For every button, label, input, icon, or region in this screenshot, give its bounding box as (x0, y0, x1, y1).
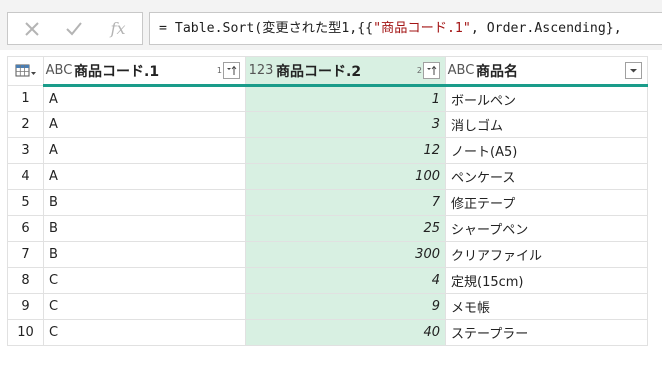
cell-product-code-2[interactable]: 1 (245, 85, 446, 112)
dropdown-icon[interactable] (625, 62, 642, 79)
sort-index: 1 (216, 66, 222, 75)
x-icon[interactable] (12, 13, 52, 44)
column-header-1[interactable]: ABC 商品コード.1 1 (43, 56, 246, 87)
row-number[interactable]: 4 (7, 163, 44, 190)
table-menu-button[interactable] (7, 56, 44, 86)
table-body: 1 A 1 ボールペン 2 A 3 消しゴム 3 A 12 ノート(A5) 4 A 100 ペンケース 5 B 7 修… (7, 85, 648, 346)
cell-product-code-2[interactable]: 25 (245, 215, 446, 242)
sort-index: 2 (416, 66, 422, 75)
row-number[interactable]: 1 (7, 85, 44, 112)
cell-product-name[interactable]: メモ帳 (445, 293, 648, 320)
cell-product-code-1[interactable]: B (43, 189, 246, 216)
row-number[interactable]: 5 (7, 189, 44, 216)
cell-product-code-2[interactable]: 100 (245, 163, 446, 190)
formula-prefix: = Table.Sort(変更された型1,{{ (159, 21, 374, 36)
cell-product-code-1[interactable]: C (43, 267, 246, 294)
cell-product-name[interactable]: ノート(A5) (445, 137, 648, 164)
fx-label: fx (110, 19, 126, 38)
formula-string: "商品コード.1" (373, 21, 471, 36)
cell-product-code-1[interactable]: A (43, 111, 246, 138)
cell-product-code-2[interactable]: 300 (245, 241, 446, 268)
cell-product-code-2[interactable]: 4 (245, 267, 446, 294)
cell-product-code-2[interactable]: 3 (245, 111, 446, 138)
row-number[interactable]: 10 (7, 319, 44, 346)
cell-product-name[interactable]: 修正テープ (445, 189, 648, 216)
cell-product-name[interactable]: 消しゴム (445, 111, 648, 138)
table-row[interactable]: 8 C 4 定規(15cm) (7, 267, 648, 294)
table-row[interactable]: 6 B 25 シャープペン (7, 215, 648, 242)
column-header-3[interactable]: ABC 商品名 (445, 56, 648, 87)
cell-product-name[interactable]: ステープラー (445, 319, 648, 346)
cell-product-code-2[interactable]: 7 (245, 189, 446, 216)
check-icon[interactable] (54, 13, 94, 44)
fx-icon[interactable]: fx (98, 13, 138, 44)
type-label: 123 (248, 63, 274, 78)
text-type-icon[interactable]: ABC (44, 63, 74, 78)
table-row[interactable]: 10 C 40 ステープラー (7, 319, 648, 346)
column-name: 商品コード.2 (276, 63, 362, 80)
cell-product-code-1[interactable]: A (43, 163, 246, 190)
sort-asc-icon[interactable] (223, 62, 240, 79)
table-row[interactable]: 2 A 3 消しゴム (7, 111, 648, 138)
row-number[interactable]: 7 (7, 241, 44, 268)
cell-product-code-1[interactable]: A (43, 137, 246, 164)
formula-bar: fx = Table.Sort(変更された型1,{{"商品コード.1", Ord… (0, 0, 662, 50)
text-type-icon[interactable]: ABC (446, 63, 476, 78)
column-header-2[interactable]: 123 商品コード.2 2 (245, 56, 446, 87)
sort-asc-icon[interactable] (423, 62, 440, 79)
formula-suffix: , Order.Ascending}, (470, 21, 622, 36)
table-row[interactable]: 5 B 7 修正テープ (7, 189, 648, 216)
table-row[interactable]: 3 A 12 ノート(A5) (7, 137, 648, 164)
cell-product-code-2[interactable]: 9 (245, 293, 446, 320)
formula-input[interactable]: = Table.Sort(変更された型1,{{"商品コード.1", Order.… (149, 12, 662, 45)
cell-product-name[interactable]: シャープペン (445, 215, 648, 242)
cell-product-code-2[interactable]: 40 (245, 319, 446, 346)
row-number[interactable]: 2 (7, 111, 44, 138)
table-icon[interactable] (8, 58, 43, 84)
header-row: ABC 商品コード.1 1 123 商品コード.2 2 ABC 商品名 (7, 56, 648, 87)
row-number[interactable]: 3 (7, 137, 44, 164)
table-row[interactable]: 1 A 1 ボールペン (7, 85, 648, 112)
data-grid: ABC 商品コード.1 1 123 商品コード.2 2 ABC 商品名 1 A … (7, 56, 648, 346)
table-row[interactable]: 9 C 9 メモ帳 (7, 293, 648, 320)
cell-product-name[interactable]: ボールペン (445, 85, 648, 112)
cell-product-code-1[interactable]: C (43, 293, 246, 320)
number-type-icon[interactable]: 123 (246, 63, 276, 78)
column-name: 商品名 (476, 63, 518, 80)
cell-product-code-1[interactable]: A (43, 85, 246, 112)
row-number[interactable]: 6 (7, 215, 44, 242)
table-row[interactable]: 7 B 300 クリアファイル (7, 241, 648, 268)
cell-product-code-1[interactable]: B (43, 215, 246, 242)
cell-product-code-1[interactable]: C (43, 319, 246, 346)
cell-product-name[interactable]: 定規(15cm) (445, 267, 648, 294)
cell-product-code-2[interactable]: 12 (245, 137, 446, 164)
formula-buttons: fx (7, 12, 143, 45)
cell-product-name[interactable]: クリアファイル (445, 241, 648, 268)
type-label: ABC (45, 63, 73, 78)
column-name: 商品コード.1 (74, 63, 160, 80)
cell-product-name[interactable]: ペンケース (445, 163, 648, 190)
type-label: ABC (447, 63, 475, 78)
table-row[interactable]: 4 A 100 ペンケース (7, 163, 648, 190)
row-number[interactable]: 9 (7, 293, 44, 320)
cell-product-code-1[interactable]: B (43, 241, 246, 268)
row-number[interactable]: 8 (7, 267, 44, 294)
